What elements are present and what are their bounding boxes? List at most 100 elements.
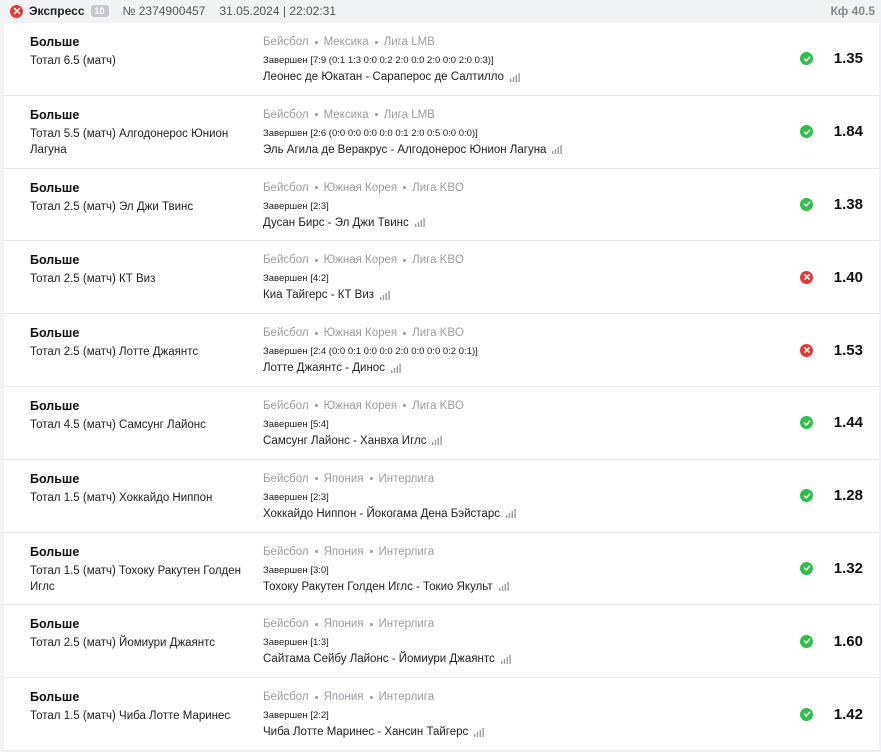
event-outcome-status: 1.42 xyxy=(800,678,863,750)
bar-chart-icon[interactable] xyxy=(498,582,509,592)
dot-separator xyxy=(314,186,318,190)
event-teams[interactable]: Тохоку Ракутен Голден Иглс - Токио Якуль… xyxy=(263,581,493,593)
league-label: Интерлига xyxy=(378,691,435,704)
event-breadcrumb: Бейсбол Южная Корея Лига KBO xyxy=(263,398,783,414)
dot-separator xyxy=(369,477,373,481)
event-coefficient: 1.38 xyxy=(833,195,863,213)
event-teams[interactable]: Лотте Джаянтс - Динос xyxy=(263,362,385,374)
bet-outcome-description: Тотал 2.5 (матч) КТ Виз xyxy=(30,273,156,286)
bet-event-row[interactable]: Больше Тотал 2.5 (матч) Эл Джи Твинс Бей… xyxy=(4,169,879,242)
bet-event-row[interactable]: Больше Тотал 5.5 (матч) Алгодонерос Юнио… xyxy=(4,96,879,169)
bet-outcome-description: Тотал 1.5 (матч) Тохоку Ракутен Голден И… xyxy=(30,564,242,593)
event-teams[interactable]: Леонес де Юкатан - Сарaперос де Салтилло xyxy=(263,71,504,83)
bet-outcome: Больше Тотал 2.5 (матч) Лотте Джаянтс xyxy=(30,325,245,360)
check-icon xyxy=(800,52,813,66)
event-teams[interactable]: Чиба Лотте Маринес - Хансин Тайгерс xyxy=(263,726,468,738)
event-info: Бейсбол Япония Интерлига Завершен [1:3] … xyxy=(263,616,783,667)
event-breadcrumb: Бейсбол Мексика Лига LMB xyxy=(263,34,783,50)
country-label: Южная Корея xyxy=(323,181,398,194)
bar-chart-icon[interactable] xyxy=(500,654,511,664)
event-outcome-status: 1.60 xyxy=(800,605,863,677)
bet-event-row[interactable]: Больше Тотал 2.5 (матч) Йомиури Джаянтс … xyxy=(4,605,879,679)
bet-outcome: Больше Тотал 2.5 (матч) КТ Виз xyxy=(30,252,245,287)
event-breadcrumb: Бейсбол Южная Корея Лига KBO xyxy=(263,325,783,341)
event-coefficient: 1.40 xyxy=(833,268,863,286)
league-label: Лига KBO xyxy=(412,181,464,194)
event-teams-line: Дусан Бирс - Эл Джи Твинс xyxy=(263,215,783,231)
event-coefficient: 1.84 xyxy=(833,123,863,141)
bet-outcome: Больше Тотал 1.5 (матч) Тохоку Ракутен Г… xyxy=(30,544,245,595)
bet-outcome: Больше Тотал 1.5 (матч) Хоккайдо Ниппон xyxy=(30,471,245,506)
dot-separator xyxy=(403,404,407,408)
bet-outcome-type: Больше xyxy=(30,253,80,268)
event-breadcrumb: Бейсбол Япония Интерлига xyxy=(263,544,783,560)
event-breadcrumb: Бейсбол Мексика Лига LMB xyxy=(263,107,783,123)
event-info: Бейсбол Япония Интерлига Завершен [2:2] … xyxy=(263,689,783,740)
bet-event-row[interactable]: Больше Тотал 2.5 (матч) Лотте Джаянтс Бе… xyxy=(4,314,879,387)
event-teams-line: Тохоку Ракутен Голден Иглс - Токио Якуль… xyxy=(263,579,783,595)
event-teams[interactable]: Дусан Бирс - Эл Джи Твинс xyxy=(263,217,409,229)
bar-chart-icon[interactable] xyxy=(380,290,390,300)
dot-separator xyxy=(369,550,373,554)
event-teams-line: Эль Агила де Веракрус - Алгодонерос Юнио… xyxy=(263,142,783,158)
country-label: Япония xyxy=(323,691,364,704)
league-label: Лига LMB xyxy=(383,36,435,48)
bar-chart-icon[interactable] xyxy=(552,145,563,155)
country-label: Южная Корея xyxy=(323,327,398,340)
dot-separator xyxy=(314,477,318,481)
event-teams[interactable]: Киа Тайгерс - КТ Виз xyxy=(263,289,374,301)
bar-chart-icon[interactable] xyxy=(474,727,485,737)
dot-separator xyxy=(403,331,407,335)
bet-event-row[interactable]: Больше Тотал 1.5 (матч) Тохоку Ракутен Г… xyxy=(4,533,879,606)
sport-label: Бейсбол xyxy=(263,545,309,558)
bet-outcome-type: Больше xyxy=(30,471,80,486)
cross-icon xyxy=(10,4,23,18)
bet-outcome-description: Тотал 1.5 (матч) Хоккайдо Ниппон xyxy=(30,491,213,504)
bet-outcome-description: Тотал 2.5 (матч) Лотте Джаянтс xyxy=(30,346,199,359)
dot-separator xyxy=(374,113,378,117)
dot-separator xyxy=(369,622,373,626)
bet-event-row[interactable]: Больше Тотал 1.5 (матч) Чиба Лотте Марин… xyxy=(4,678,879,751)
bar-chart-icon[interactable] xyxy=(509,72,520,82)
bet-type-title: Экспресс xyxy=(29,4,85,18)
bet-number: № 2374900457 xyxy=(122,4,206,18)
bet-header[interactable]: Экспресс 10 № 2374900457 31.05.2024 | 22… xyxy=(0,0,881,22)
dot-separator xyxy=(314,258,318,262)
event-teams[interactable]: Самсунг Лайонс - Ханвха Иглс xyxy=(263,435,426,447)
bet-outcome-type: Больше xyxy=(30,180,80,195)
bar-chart-icon[interactable] xyxy=(432,436,443,446)
event-info: Бейсбол Южная Корея Лига KBO Завершен [2… xyxy=(263,180,783,231)
check-icon xyxy=(800,197,813,211)
bet-outcome-type: Больше xyxy=(30,617,80,632)
sport-label: Бейсбол xyxy=(263,108,309,121)
event-info: Бейсбол Мексика Лига LMB Завершен [7:9 (… xyxy=(263,34,783,85)
event-result: Завершен [3:0] xyxy=(263,564,329,576)
league-label: Интерлига xyxy=(378,545,435,558)
league-label: Лига KBO xyxy=(412,399,464,412)
event-result: Завершен [2:2] xyxy=(263,710,329,722)
event-info: Бейсбол Южная Корея Лига KBO Завершен [5… xyxy=(263,398,783,449)
bet-event-row[interactable]: Больше Тотал 4.5 (матч) Самсунг Лайонс Б… xyxy=(4,387,879,460)
league-label: Интерлига xyxy=(378,472,435,485)
event-breadcrumb: Бейсбол Южная Корея Лига KBO xyxy=(263,252,783,268)
event-teams[interactable]: Эль Агила де Веракрус - Алгодонерос Юнио… xyxy=(263,144,546,156)
bar-chart-icon[interactable] xyxy=(390,363,401,373)
bet-event-row[interactable]: Больше Тотал 6.5 (матч) Бейсбол Мексика … xyxy=(4,23,879,96)
event-teams[interactable]: Хоккайдо Ниппон - Йокогама Дена Бэйстарс xyxy=(263,508,500,520)
check-icon xyxy=(800,125,813,139)
bet-event-row[interactable]: Больше Тотал 2.5 (матч) КТ Виз Бейсбол Ю… xyxy=(4,241,879,315)
bar-chart-icon[interactable] xyxy=(414,218,425,228)
bet-outcome-description: Тотал 4.5 (матч) Самсунг Лайонс xyxy=(30,418,206,431)
dot-separator xyxy=(314,404,318,408)
league-label: Лига KBO xyxy=(412,254,464,267)
bar-chart-icon[interactable] xyxy=(505,509,516,519)
event-coefficient: 1.53 xyxy=(833,341,863,359)
dot-separator xyxy=(314,113,318,117)
bet-outcome-description: Тотал 1.5 (матч) Чиба Лотте Маринес xyxy=(30,710,231,723)
bet-events-list: Больше Тотал 6.5 (матч) Бейсбол Мексика … xyxy=(4,23,879,751)
bet-event-row[interactable]: Больше Тотал 1.5 (матч) Хоккайдо Ниппон … xyxy=(4,460,879,533)
event-breadcrumb: Бейсбол Япония Интерлига xyxy=(263,689,783,705)
sport-label: Бейсбол xyxy=(263,181,309,194)
event-teams[interactable]: Сайтама Сейбу Лайонс - Йомиури Джаянтс xyxy=(263,653,495,665)
bet-outcome: Больше Тотал 4.5 (матч) Самсунг Лайонс xyxy=(30,398,245,433)
